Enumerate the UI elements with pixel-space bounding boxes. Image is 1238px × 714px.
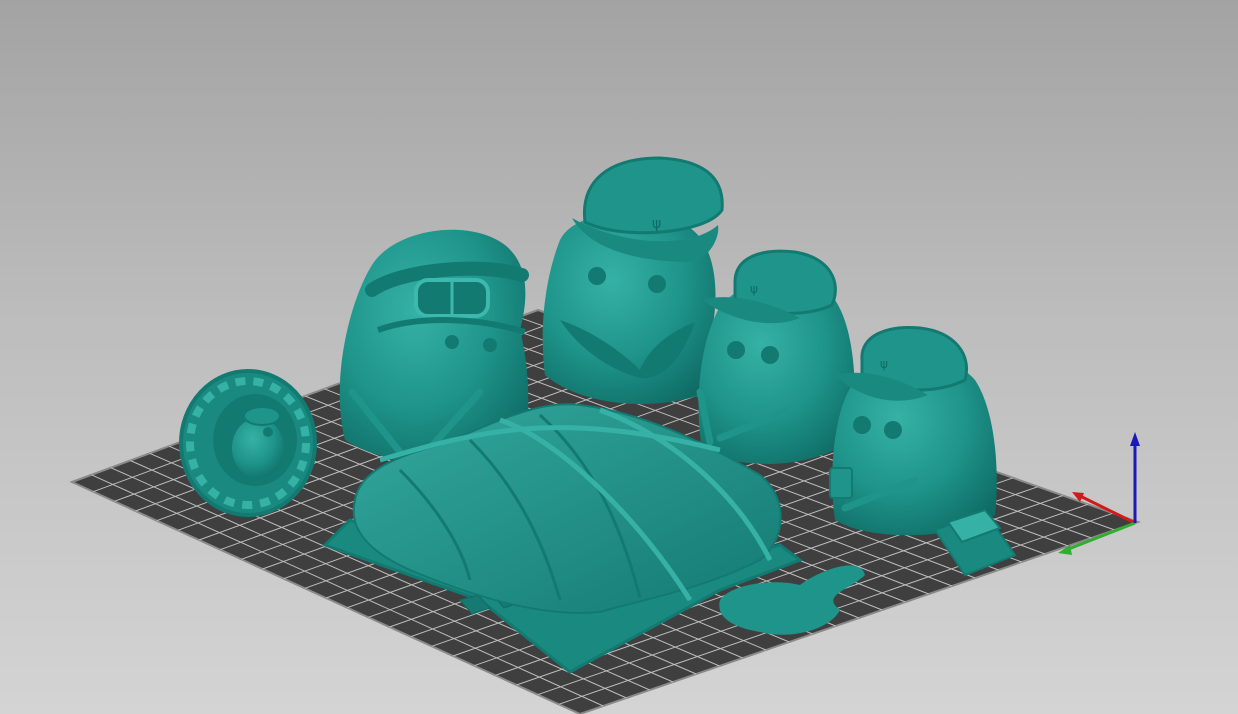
tire-figure-body — [232, 418, 284, 478]
figure-cap-right-mug — [829, 467, 853, 499]
figure-cap-right[interactable]: ψ — [829, 325, 997, 536]
figure-cap-large-eye-right — [648, 275, 666, 293]
cap-large-emblem: ψ — [652, 216, 661, 232]
cap-middle-emblem: ψ — [750, 282, 758, 296]
z-axis-arrow — [1130, 432, 1140, 446]
figure-cap-middle[interactable]: ψ — [696, 249, 855, 464]
tire-figure[interactable] — [179, 369, 317, 517]
figure-cap-large[interactable]: ψ — [542, 156, 724, 405]
figure-goggles-eye-left — [445, 335, 459, 349]
figure-cap-middle-eye-left — [727, 341, 745, 359]
3d-viewport[interactable]: ψ ψ ψ — [0, 0, 1238, 714]
figure-cap-right-eye-left — [853, 416, 871, 434]
cap-right-emblem: ψ — [880, 357, 888, 371]
tire-figure-eye — [263, 427, 273, 437]
figure-cap-large-eye-left — [588, 267, 606, 285]
tire-figure-cap — [243, 406, 281, 426]
figure-cap-right-eye-right — [884, 421, 902, 439]
scene-canvas[interactable]: ψ ψ ψ — [0, 0, 1238, 714]
figure-cap-middle-eye-right — [761, 346, 779, 364]
figure-goggles-eye-right — [483, 338, 497, 352]
